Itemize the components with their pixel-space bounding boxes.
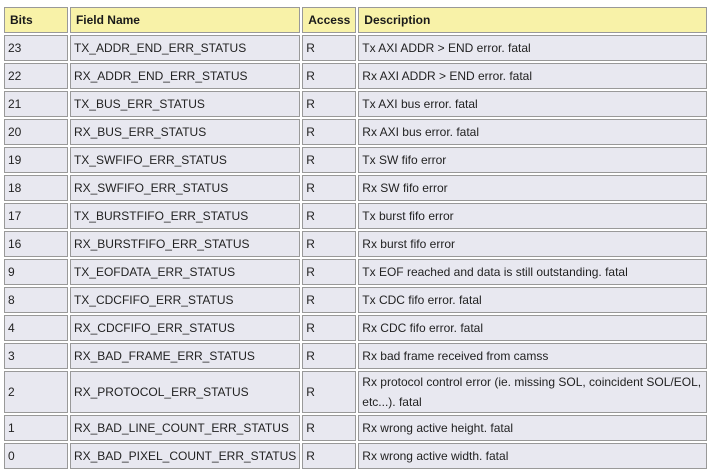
cell-field-name: TX_BURSTFIFO_ERR_STATUS xyxy=(69,203,301,229)
table-row: 21 TX_BUS_ERR_STATUS R Tx AXI bus error.… xyxy=(4,91,707,117)
cell-description: Rx bad frame received from camss xyxy=(358,343,707,369)
table-row: 2 RX_PROTOCOL_ERR_STATUS R Rx protocol c… xyxy=(4,371,707,413)
cell-access: R xyxy=(302,415,357,441)
cell-field-name: TX_EOFDATA_ERR_STATUS xyxy=(69,259,301,285)
cell-description: Tx AXI bus error. fatal xyxy=(358,91,707,117)
table-row: 19 TX_SWFIFO_ERR_STATUS R Tx SW fifo err… xyxy=(4,147,707,173)
cell-bits: 9 xyxy=(4,259,68,285)
cell-field-name: TX_ADDR_END_ERR_STATUS xyxy=(69,35,301,61)
cell-bits: 16 xyxy=(4,231,68,257)
cell-field-name: RX_BAD_PIXEL_COUNT_ERR_STATUS xyxy=(69,443,301,469)
table-row: 16 RX_BURSTFIFO_ERR_STATUS R Rx burst fi… xyxy=(4,231,707,257)
cell-bits: 19 xyxy=(4,147,68,173)
table-row: 1 RX_BAD_LINE_COUNT_ERR_STATUS R Rx wron… xyxy=(4,415,707,441)
cell-access: R xyxy=(302,371,357,413)
cell-bits: 21 xyxy=(4,91,68,117)
cell-description: Tx AXI ADDR > END error. fatal xyxy=(358,35,707,61)
cell-field-name: RX_BAD_FRAME_ERR_STATUS xyxy=(69,343,301,369)
table-row: 23 TX_ADDR_END_ERR_STATUS R Tx AXI ADDR … xyxy=(4,35,707,61)
cell-field-name: RX_ADDR_END_ERR_STATUS xyxy=(69,63,301,89)
cell-bits: 17 xyxy=(4,203,68,229)
cell-description: Rx SW fifo error xyxy=(358,175,707,201)
table-row: 4 RX_CDCFIFO_ERR_STATUS R Rx CDC fifo er… xyxy=(4,315,707,341)
cell-bits: 3 xyxy=(4,343,68,369)
cell-description: Tx CDC fifo error. fatal xyxy=(358,287,707,313)
cell-access: R xyxy=(302,91,357,117)
cell-field-name: RX_BUS_ERR_STATUS xyxy=(69,119,301,145)
table-row: 18 RX_SWFIFO_ERR_STATUS R Rx SW fifo err… xyxy=(4,175,707,201)
cell-access: R xyxy=(302,147,357,173)
table-row: 9 TX_EOFDATA_ERR_STATUS R Tx EOF reached… xyxy=(4,259,707,285)
table-row: 20 RX_BUS_ERR_STATUS R Rx AXI bus error.… xyxy=(4,119,707,145)
header-description: Description xyxy=(358,7,707,33)
cell-description: Rx burst fifo error xyxy=(358,231,707,257)
cell-description: Rx CDC fifo error. fatal xyxy=(358,315,707,341)
cell-field-name: RX_BURSTFIFO_ERR_STATUS xyxy=(69,231,301,257)
cell-bits: 22 xyxy=(4,63,68,89)
cell-field-name: RX_PROTOCOL_ERR_STATUS xyxy=(69,371,301,413)
cell-access: R xyxy=(302,63,357,89)
cell-field-name: RX_SWFIFO_ERR_STATUS xyxy=(69,175,301,201)
cell-description: Tx SW fifo error xyxy=(358,147,707,173)
cell-access: R xyxy=(302,35,357,61)
table-row: 8 TX_CDCFIFO_ERR_STATUS R Tx CDC fifo er… xyxy=(4,287,707,313)
cell-access: R xyxy=(302,287,357,313)
cell-access: R xyxy=(302,259,357,285)
cell-description: Rx AXI bus error. fatal xyxy=(358,119,707,145)
cell-access: R xyxy=(302,343,357,369)
cell-description: Tx burst fifo error xyxy=(358,203,707,229)
header-field-name: Field Name xyxy=(69,7,301,33)
cell-access: R xyxy=(302,315,357,341)
table-row: 0 RX_BAD_PIXEL_COUNT_ERR_STATUS R Rx wro… xyxy=(4,443,707,469)
register-field-table: Bits Field Name Access Description 23 TX… xyxy=(2,5,709,471)
cell-bits: 20 xyxy=(4,119,68,145)
cell-description: Rx AXI ADDR > END error. fatal xyxy=(358,63,707,89)
cell-access: R xyxy=(302,443,357,469)
cell-field-name: RX_CDCFIFO_ERR_STATUS xyxy=(69,315,301,341)
header-bits: Bits xyxy=(4,7,68,33)
cell-description: Rx protocol control error (ie. missing S… xyxy=(358,371,707,413)
cell-access: R xyxy=(302,203,357,229)
cell-bits: 18 xyxy=(4,175,68,201)
cell-access: R xyxy=(302,231,357,257)
cell-access: R xyxy=(302,119,357,145)
cell-bits: 0 xyxy=(4,443,68,469)
table-row: 17 TX_BURSTFIFO_ERR_STATUS R Tx burst fi… xyxy=(4,203,707,229)
table-header-row: Bits Field Name Access Description xyxy=(4,7,707,33)
cell-field-name: TX_SWFIFO_ERR_STATUS xyxy=(69,147,301,173)
cell-bits: 4 xyxy=(4,315,68,341)
cell-description: Rx wrong active width. fatal xyxy=(358,443,707,469)
cell-bits: 8 xyxy=(4,287,68,313)
cell-field-name: TX_BUS_ERR_STATUS xyxy=(69,91,301,117)
cell-field-name: TX_CDCFIFO_ERR_STATUS xyxy=(69,287,301,313)
cell-access: R xyxy=(302,175,357,201)
table-row: 22 RX_ADDR_END_ERR_STATUS R Rx AXI ADDR … xyxy=(4,63,707,89)
cell-field-name: RX_BAD_LINE_COUNT_ERR_STATUS xyxy=(69,415,301,441)
cell-bits: 2 xyxy=(4,371,68,413)
table-row: 3 RX_BAD_FRAME_ERR_STATUS R Rx bad frame… xyxy=(4,343,707,369)
header-access: Access xyxy=(302,7,357,33)
cell-bits: 23 xyxy=(4,35,68,61)
cell-bits: 1 xyxy=(4,415,68,441)
cell-description: Rx wrong active height. fatal xyxy=(358,415,707,441)
cell-description: Tx EOF reached and data is still outstan… xyxy=(358,259,707,285)
